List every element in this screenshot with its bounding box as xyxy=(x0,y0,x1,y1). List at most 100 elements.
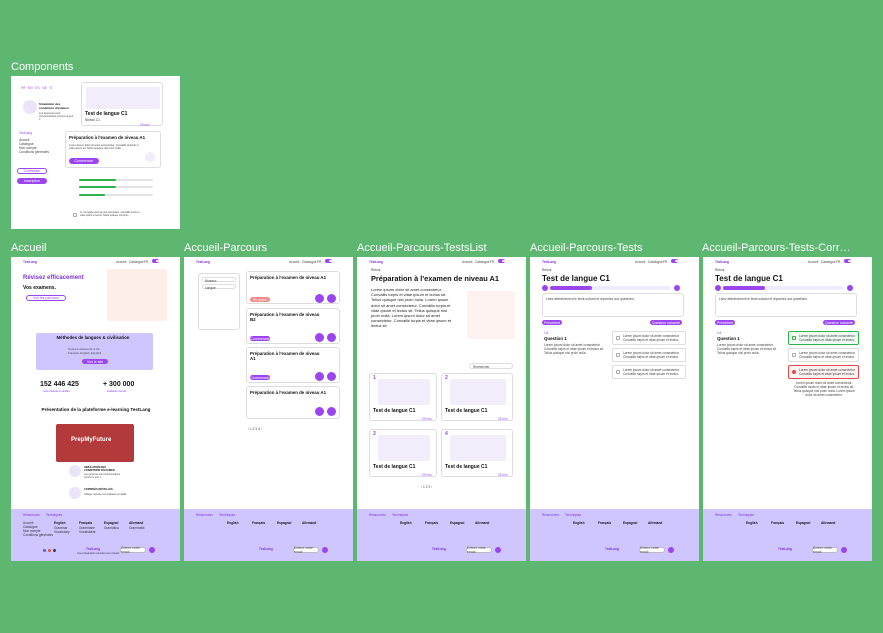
newsletter-input[interactable]: Entrez votre email xyxy=(466,546,492,554)
nav-accueil[interactable]: Accueil xyxy=(289,260,299,264)
brand-logo[interactable]: TestLang xyxy=(196,260,210,264)
course-card[interactable]: Préparation à l'examen de niveau A1 xyxy=(246,386,340,419)
nav-catalogue[interactable]: Catalogue xyxy=(821,260,836,264)
answer-option-wrong[interactable]: Lorem ipsum dolor sit amet consectetur. … xyxy=(788,365,859,379)
course-card[interactable]: Préparation à l'examen de niveau A1 Comm… xyxy=(246,347,340,383)
nav-lang[interactable]: FR xyxy=(144,260,148,264)
nav-catalogue[interactable]: Catalogue xyxy=(475,260,490,264)
answer-checkbox[interactable] xyxy=(792,353,796,357)
test-card[interactable]: Test de langue C1 Niveau C1 29 min xyxy=(81,82,163,127)
answer-option[interactable]: Lorem ipsum dolor sit amet consectetur. … xyxy=(612,365,686,379)
footer-link[interactable]: Gramática xyxy=(104,526,119,530)
back-link[interactable]: Retour xyxy=(715,268,725,272)
pagination[interactable]: ‹ 1 2 3 4 › xyxy=(248,427,262,431)
flag-icon[interactable] xyxy=(674,285,680,291)
register-button[interactable]: Inscription xyxy=(17,178,47,184)
test-card[interactable]: 4 Test de langue C1 29 min xyxy=(441,429,513,477)
list-icon[interactable] xyxy=(327,372,336,381)
footer-techniques[interactable]: Techniques xyxy=(392,513,408,517)
footer-ressources[interactable]: Ressources xyxy=(715,513,732,517)
footer-link[interactable]: Vocabulary xyxy=(54,530,70,534)
course-card-button[interactable]: Commencer xyxy=(250,336,270,341)
nav-lang[interactable]: FR xyxy=(317,260,321,264)
send-icon[interactable] xyxy=(322,547,328,553)
nav-accueil[interactable]: Accueil xyxy=(462,260,472,264)
list-icon[interactable] xyxy=(327,333,336,342)
nav-lang[interactable]: FR xyxy=(663,260,667,264)
pagination[interactable]: ‹ 1 2 3 › xyxy=(421,485,432,489)
start-button[interactable]: Commencer xyxy=(69,158,99,164)
newsletter-input[interactable]: Entrez votre email xyxy=(120,546,146,554)
newsletter-input[interactable]: Entrez votre email xyxy=(293,546,319,554)
menu-item-conditions[interactable]: Conditions générales xyxy=(19,150,49,154)
filter-niveaux[interactable]: Niveaux xyxy=(202,277,236,283)
footer-ressources[interactable]: Ressources xyxy=(196,513,213,517)
nav-lang[interactable]: FR xyxy=(490,260,494,264)
send-icon[interactable] xyxy=(495,547,501,553)
footer-techniques[interactable]: Techniques xyxy=(738,513,754,517)
send-icon[interactable] xyxy=(149,547,155,553)
footer-ressources[interactable]: Ressources xyxy=(369,513,386,517)
nav-accueil[interactable]: Accueil xyxy=(808,260,818,264)
footer-link[interactable]: Grammatik xyxy=(129,526,145,530)
newsletter-input[interactable]: Entrez votre email xyxy=(812,546,838,554)
course-card[interactable]: Préparation à l'examen de niveau B2 Comm… xyxy=(246,308,340,344)
answer-option[interactable]: Lorem ipsum dolor sit amet consectetur. … xyxy=(788,348,859,362)
hero-button[interactable]: Voir les parcours xyxy=(26,295,66,301)
facebook-icon[interactable] xyxy=(43,549,46,552)
nav-lang[interactable]: FR xyxy=(836,260,840,264)
answer-option[interactable]: Lorem ipsum dolor sit amet consectetur. … xyxy=(612,348,686,362)
brand-logo[interactable]: TestLang xyxy=(369,260,383,264)
theme-toggle[interactable] xyxy=(844,259,851,263)
footer-ressources[interactable]: Ressources xyxy=(542,513,559,517)
footer-ressources[interactable]: Ressources xyxy=(23,513,40,517)
back-link[interactable]: Retour xyxy=(542,268,552,272)
footer-techniques[interactable]: Techniques xyxy=(219,513,235,517)
brand-logo[interactable]: TestLang xyxy=(23,260,37,264)
video-player[interactable] xyxy=(56,424,134,462)
next-button[interactable]: Question suivante xyxy=(823,320,855,325)
footer-link[interactable]: Conditions générales xyxy=(23,533,53,537)
answer-checkbox[interactable] xyxy=(616,336,620,340)
instagram-icon[interactable] xyxy=(48,549,51,552)
course-card-button[interactable]: En cours xyxy=(250,297,270,302)
test-card[interactable]: 1 Test de langue C1 29 min xyxy=(369,373,437,421)
test-card[interactable]: 3 Test de langue C1 29 min xyxy=(369,429,437,477)
search-input[interactable]: Rechercher xyxy=(469,363,513,369)
back-link[interactable]: Retour xyxy=(371,268,381,272)
footer-techniques[interactable]: Techniques xyxy=(46,513,62,517)
filter-langue[interactable]: Langue xyxy=(202,284,236,290)
question-stepper[interactable] xyxy=(550,286,670,290)
course-card[interactable]: Préparation à l'examen de niveau A1 En c… xyxy=(246,271,340,304)
play-icon[interactable] xyxy=(315,333,324,342)
x-icon[interactable] xyxy=(53,549,56,552)
answer-checkbox[interactable] xyxy=(616,353,620,357)
nav-catalogue[interactable]: Catalogue xyxy=(648,260,663,264)
brand-logo[interactable]: TestLang xyxy=(715,260,729,264)
list-icon[interactable] xyxy=(327,407,336,416)
next-button[interactable]: Question suivante xyxy=(650,320,682,325)
answer-checkbox[interactable] xyxy=(792,336,796,340)
play-icon[interactable] xyxy=(315,407,324,416)
nav-accueil[interactable]: Accueil xyxy=(116,260,126,264)
question-stepper[interactable] xyxy=(723,286,843,290)
course-card[interactable]: Préparation à l'examen de niveau A1 Lore… xyxy=(65,131,161,168)
brand-logo[interactable]: TestLang xyxy=(542,260,556,264)
answer-checkbox[interactable] xyxy=(616,370,620,374)
theme-toggle[interactable] xyxy=(152,259,159,263)
methods-button[interactable]: Voir le site xyxy=(82,359,108,364)
consent-checkbox[interactable] xyxy=(73,213,77,217)
lang-tabs[interactable]: FR · EN · ES · DE · IT xyxy=(21,86,53,90)
send-icon[interactable] xyxy=(668,547,674,553)
nav-catalogue[interactable]: Catalogue xyxy=(302,260,317,264)
previous-button[interactable]: Précédent xyxy=(715,320,735,325)
connect-button[interactable]: Connexion xyxy=(17,168,47,174)
theme-toggle[interactable] xyxy=(498,259,505,263)
nav-catalogue[interactable]: Catalogue xyxy=(129,260,144,264)
footer-techniques[interactable]: Techniques xyxy=(565,513,581,517)
course-card-button[interactable]: Commencer xyxy=(250,375,270,380)
newsletter-input[interactable]: Entrez votre email xyxy=(639,546,665,554)
play-icon[interactable] xyxy=(315,294,324,303)
flag-icon[interactable] xyxy=(847,285,853,291)
send-icon[interactable] xyxy=(841,547,847,553)
